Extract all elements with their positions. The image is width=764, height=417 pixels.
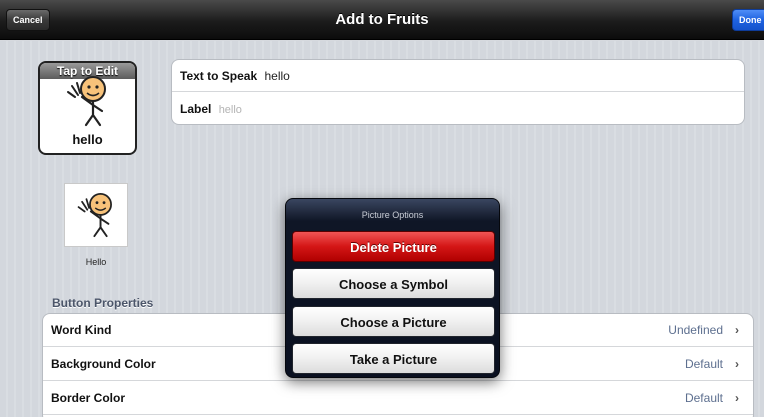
row-label: Border Color (51, 391, 126, 405)
text-fields-group: Text to Speak hello Label hello (171, 59, 745, 125)
row-label: Word Kind (51, 323, 112, 337)
take-picture-button[interactable]: Take a Picture (292, 343, 495, 374)
symbol-thumbnail[interactable] (64, 183, 128, 247)
choose-picture-button[interactable]: Choose a Picture (292, 306, 495, 337)
text-to-speak-label: Text to Speak (180, 69, 258, 83)
label-field-label: Label (180, 102, 212, 116)
chevron-right-icon: › (735, 357, 739, 371)
text-to-speak-field[interactable]: Text to Speak hello (172, 60, 744, 92)
button-preview-tile[interactable]: Tap to Edit hello (38, 61, 137, 155)
row-value: Default (684, 391, 723, 405)
delete-picture-button[interactable]: Delete Picture (292, 231, 495, 262)
tap-to-edit-label: Tap to Edit (56, 64, 119, 78)
picture-options-popover: Picture Options Delete Picture Choose a … (285, 198, 500, 378)
page-title: Add to Fruits (335, 11, 429, 28)
waving-person-icon (67, 76, 106, 127)
waving-person-icon (77, 193, 112, 238)
label-field-placeholder: hello (218, 104, 242, 116)
border-color-row[interactable]: Border Color Default › (43, 382, 753, 415)
popover-title: Picture Options (361, 210, 424, 220)
label-field[interactable]: Label hello (172, 93, 744, 124)
row-label: Background Color (51, 357, 156, 371)
choose-symbol-button[interactable]: Choose a Symbol (292, 268, 495, 299)
tile-label: hello (72, 132, 103, 147)
chevron-right-icon: › (735, 391, 739, 405)
text-to-speak-value: hello (264, 69, 290, 83)
done-button[interactable]: Done (732, 9, 764, 31)
symbol-caption: Hello (85, 257, 107, 267)
button-properties-header: Button Properties (52, 296, 154, 310)
navigation-bar: Cancel Add to Fruits Done (0, 0, 764, 40)
row-value: Default (684, 357, 723, 371)
chevron-right-icon: › (735, 323, 739, 337)
row-value: Undefined (668, 323, 723, 337)
